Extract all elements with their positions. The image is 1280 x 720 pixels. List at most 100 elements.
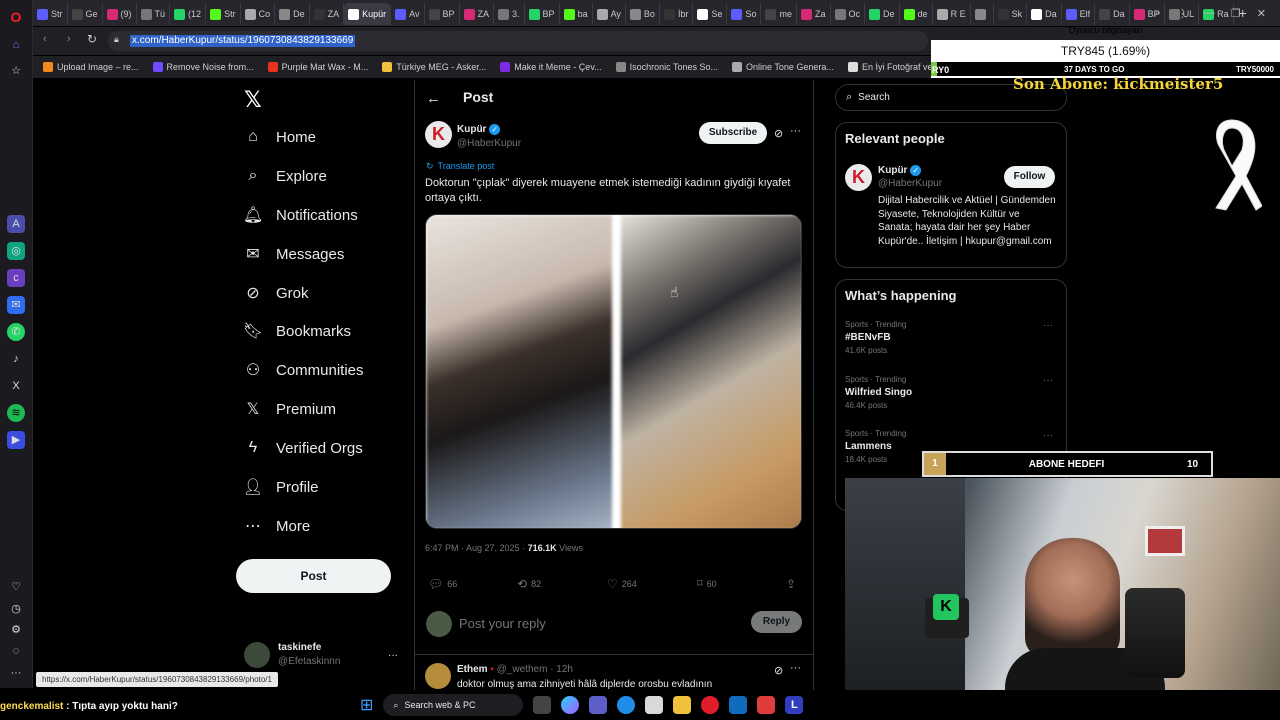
- browser-tab[interactable]: Co: [241, 3, 276, 25]
- bookmark-item[interactable]: Isochronic Tones So...: [615, 62, 718, 72]
- trend-more-icon[interactable]: ···: [1043, 320, 1053, 331]
- browser-tab[interactable]: Str: [206, 3, 241, 25]
- restore-button[interactable]: ❐: [1231, 7, 1241, 20]
- app-w-icon[interactable]: [757, 696, 776, 714]
- account-more-icon[interactable]: ···: [388, 650, 398, 661]
- browser-tab[interactable]: Da: [1095, 3, 1130, 25]
- author-avatar[interactable]: K: [425, 121, 452, 148]
- browser-tab[interactable]: Kupür: [344, 3, 392, 25]
- bookmark-item[interactable]: Remove Noise from...: [152, 62, 254, 72]
- chatgpt-icon[interactable]: ◎: [7, 242, 25, 260]
- like-action[interactable]: ♡ 264: [607, 577, 637, 591]
- task-view-icon[interactable]: [533, 696, 552, 714]
- trend-item[interactable]: Sports · Trending #BENvFB 41.6K posts: [845, 320, 906, 355]
- star-icon[interactable]: ☆: [7, 62, 25, 80]
- nav-home[interactable]: ⌂ Home: [244, 128, 316, 146]
- back-arrow-icon[interactable]: ←: [426, 90, 441, 107]
- nav-more[interactable]: ⋯ More: [244, 517, 310, 536]
- outlook-icon[interactable]: [729, 696, 748, 714]
- browser-tab[interactable]: Ay: [593, 3, 626, 25]
- app-icon[interactable]: c: [7, 269, 25, 287]
- account-switcher[interactable]: taskinefe @Efetaskinnn: [244, 642, 340, 668]
- reply-more-icon[interactable]: ···: [790, 662, 801, 674]
- reply-button[interactable]: Reply: [751, 611, 802, 633]
- browser-tab[interactable]: BP: [425, 3, 460, 25]
- opera-logo-icon[interactable]: O: [7, 8, 25, 26]
- browser-tab[interactable]: Elf: [1062, 3, 1096, 25]
- browser-tab[interactable]: De: [275, 3, 310, 25]
- x-logo-icon[interactable]: 𝕏: [244, 87, 262, 113]
- trend-more-icon[interactable]: ···: [1043, 430, 1053, 441]
- browser-tab[interactable]: Oc: [831, 3, 866, 25]
- browser-tab[interactable]: [971, 3, 994, 25]
- media-image-right[interactable]: [621, 215, 801, 528]
- bookmark-item[interactable]: Make it Meme - Çev...: [500, 62, 602, 72]
- post-time[interactable]: 6:47 PM · Aug 27, 2025 ·: [425, 543, 528, 553]
- browser-tab[interactable]: Ge: [68, 3, 103, 25]
- browser-tab[interactable]: R E: [933, 3, 971, 25]
- app-l-icon[interactable]: L: [785, 696, 804, 714]
- browser-tab[interactable]: 3.: [494, 3, 525, 25]
- tiktok-icon[interactable]: ♪: [7, 350, 25, 368]
- windows-start-icon[interactable]: ⊞: [360, 695, 373, 715]
- reload-icon[interactable]: ↻: [87, 32, 97, 46]
- translate-link[interactable]: ↻ Translate post: [426, 161, 494, 172]
- browser-tab[interactable]: So: [727, 3, 762, 25]
- url-text[interactable]: x.com/HaberKupur/status/1960730843829133…: [130, 35, 356, 47]
- heart-icon[interactable]: ♡: [7, 578, 25, 596]
- browser-tab[interactable]: Bo: [626, 3, 660, 25]
- share-action[interactable]: ⇪: [786, 577, 796, 591]
- x-icon[interactable]: X: [7, 377, 25, 395]
- bookmark-item[interactable]: Upload Image – re...: [43, 62, 139, 72]
- messenger-icon[interactable]: ✉: [7, 296, 25, 314]
- browser-tab[interactable]: ZA: [310, 3, 345, 25]
- browser-tab[interactable]: Sk: [994, 3, 1028, 25]
- post-button[interactable]: Post: [236, 559, 391, 593]
- search-tabs-icon[interactable]: ⌕: [1155, 7, 1161, 20]
- nav-verified-orgs[interactable]: ϟ Verified Orgs: [244, 439, 363, 457]
- browser-tab[interactable]: Str: [33, 3, 68, 25]
- aria-icon[interactable]: A: [7, 215, 25, 233]
- edge-icon[interactable]: [617, 696, 636, 714]
- bookmark-action[interactable]: ⌑ 60: [697, 577, 717, 590]
- browser-tab[interactable]: Se: [693, 3, 728, 25]
- taskbar-search[interactable]: ⌕ Search web & PC: [383, 694, 524, 716]
- browser-tab[interactable]: Da: [1027, 3, 1062, 25]
- browser-tab[interactable]: İbr: [660, 3, 694, 25]
- nav-profile[interactable]: 👤︎ Profile: [243, 478, 319, 497]
- close-button[interactable]: ✕: [1257, 7, 1266, 20]
- browser-tab[interactable]: ba: [560, 3, 593, 25]
- person-name-row[interactable]: Kupür ✓: [878, 165, 922, 176]
- reply-input[interactable]: Post your reply: [459, 616, 546, 631]
- reply-avatar[interactable]: [425, 663, 451, 689]
- bookmark-item[interactable]: Türkiye MEG - Asker...: [382, 62, 486, 72]
- bulb-icon[interactable]: ◌: [7, 642, 25, 660]
- author-name-row[interactable]: Kupür ✓: [457, 124, 501, 135]
- reply-handle[interactable]: @_wethem: [497, 664, 548, 675]
- subscribe-button[interactable]: Subscribe: [699, 122, 767, 144]
- post-media[interactable]: [425, 214, 802, 529]
- settings-icon[interactable]: ⚙: [7, 621, 25, 639]
- browser-tab[interactable]: BP: [525, 3, 560, 25]
- menu-icon[interactable]: ⋮: [1177, 7, 1188, 20]
- browser-tab[interactable]: (9): [103, 3, 137, 25]
- whatsapp-icon[interactable]: ✆: [7, 323, 25, 341]
- trend-item[interactable]: Sports · Trending Wilfried Singo 46.4K p…: [845, 375, 912, 410]
- store-icon[interactable]: [645, 696, 664, 714]
- trend-item[interactable]: Sports · Trending Lammens 18.4K posts: [845, 429, 906, 464]
- media-image-left[interactable]: [426, 215, 612, 528]
- grok-explain-icon[interactable]: ⊘: [774, 664, 783, 677]
- opera-icon[interactable]: [701, 696, 720, 714]
- trend-more-icon[interactable]: ···: [1043, 375, 1053, 386]
- nav-communities[interactable]: ⚇ Communities: [244, 361, 364, 380]
- grok-explain-icon[interactable]: ⊘: [774, 127, 783, 140]
- nav-explore[interactable]: ⌕ Explore: [244, 167, 327, 185]
- history-icon[interactable]: ◷: [7, 600, 25, 618]
- back-icon[interactable]: ‹: [43, 33, 47, 45]
- browser-tab[interactable]: De: [865, 3, 900, 25]
- follow-button[interactable]: Follow: [1004, 166, 1055, 188]
- nav-premium[interactable]: 𝕏 Premium: [244, 400, 336, 419]
- more-icon[interactable]: ···: [7, 664, 25, 682]
- person-avatar[interactable]: K: [845, 164, 872, 191]
- repost-action[interactable]: ⟲ 82: [517, 577, 541, 591]
